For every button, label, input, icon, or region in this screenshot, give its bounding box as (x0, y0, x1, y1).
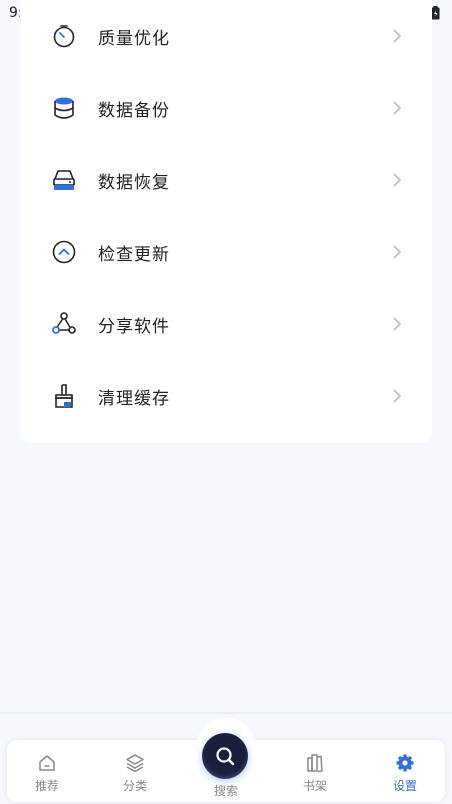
settings-item-label: 清理缓存 (98, 388, 170, 409)
tab-label: 推荐 (34, 779, 59, 793)
content-background (0, 443, 452, 711)
settings-item-label: 分享软件 (98, 316, 170, 337)
settings-item-share[interactable]: 分享软件 (20, 288, 432, 360)
chevron-up-circle-icon (52, 240, 76, 264)
bookshelf-icon (307, 754, 323, 773)
tabbar-divider (0, 712, 452, 714)
gear-icon (396, 754, 414, 772)
tab-search[interactable] (202, 733, 248, 779)
tab-bookshelf[interactable]: 书架 (275, 740, 355, 802)
timer-icon (53, 25, 75, 48)
home-icon (39, 755, 55, 771)
tab-label: 书架 (302, 779, 327, 793)
settings-item-quality[interactable]: 质量优化 (20, 0, 432, 72)
tab-recommend[interactable]: 推荐 (7, 740, 87, 802)
battery-icon (431, 6, 440, 20)
settings-item-clear-cache[interactable]: 清理缓存 (20, 360, 432, 432)
settings-item-label: 质量优化 (98, 28, 170, 49)
tab-label: 设置 (392, 779, 417, 793)
chevron-right-icon (393, 29, 402, 43)
tab-search-label: 搜索 (213, 784, 238, 798)
chevron-right-icon (393, 389, 402, 403)
layers-icon (126, 754, 144, 773)
chevron-right-icon (393, 317, 402, 331)
search-icon (216, 747, 235, 766)
chevron-right-icon (393, 101, 402, 115)
settings-item-check-update[interactable]: 检查更新 (20, 216, 432, 288)
settings-item-label: 检查更新 (98, 244, 170, 265)
chevron-right-icon (393, 173, 402, 187)
settings-item-backup[interactable]: 数据备份 (20, 72, 432, 144)
share-icon (52, 312, 76, 334)
settings-item-restore[interactable]: 数据恢复 (20, 144, 432, 216)
brush-icon (55, 384, 73, 408)
server-icon (53, 170, 75, 190)
settings-item-label: 数据恢复 (98, 172, 170, 193)
database-icon (54, 97, 74, 119)
tab-category[interactable]: 分类 (95, 740, 175, 802)
chevron-right-icon (393, 245, 402, 259)
settings-item-label: 数据备份 (98, 100, 170, 121)
tab-label: 分类 (122, 779, 147, 793)
tab-settings[interactable]: 设置 (365, 740, 445, 802)
